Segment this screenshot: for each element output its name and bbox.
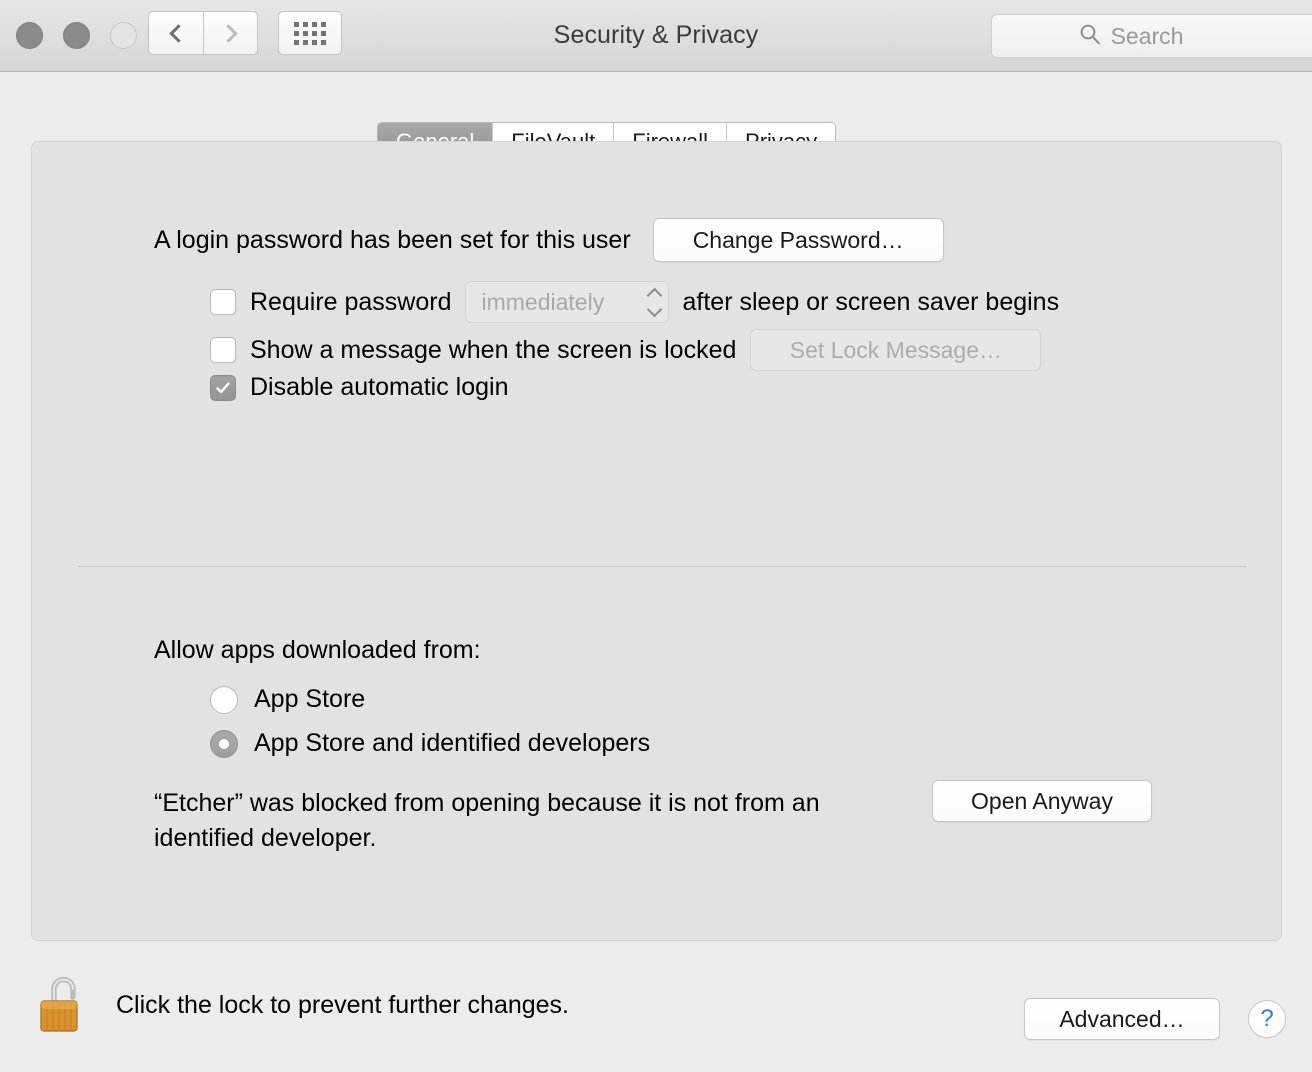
disable-auto-login-row: Disable automatic login [210, 373, 508, 402]
require-password-delay-value: immediately [481, 288, 605, 315]
help-button[interactable]: ? [1248, 1000, 1286, 1038]
unlocked-padlock-icon[interactable] [38, 972, 86, 1039]
checkmark-icon [216, 381, 230, 393]
change-password-button[interactable]: Change Password… [652, 218, 944, 262]
show-lock-message-row: Show a message when the screen is locked… [210, 329, 1042, 371]
login-password-row: A login password has been set for this u… [154, 218, 944, 262]
set-lock-message-button[interactable]: Set Lock Message… [750, 329, 1042, 371]
open-anyway-button[interactable]: Open Anyway [932, 780, 1152, 822]
lock-area: Click the lock to prevent further change… [38, 972, 569, 1039]
window-titlebar: Security & Privacy Search [0, 0, 1312, 72]
radio-app-store[interactable] [210, 685, 238, 714]
radio-identified-developers-label: App Store and identified developers [254, 729, 651, 757]
radio-app-store-label: App Store [254, 685, 366, 713]
blocked-app-notice: “Etcher” was blocked from opening becaus… [154, 789, 820, 852]
search-input[interactable]: Search [1111, 23, 1184, 50]
stepper-arrows-icon [646, 287, 662, 317]
general-settings-panel: A login password has been set for this u… [31, 141, 1282, 941]
search-icon [1079, 23, 1101, 50]
show-lock-message-label: Show a message when the screen is locked [250, 335, 737, 364]
radio-identified-developers[interactable] [210, 729, 238, 758]
search-field[interactable]: Search [991, 14, 1312, 58]
allow-apps-title: Allow apps downloaded from: [154, 636, 481, 664]
require-password-row: Require password immediately after sleep… [210, 281, 1059, 323]
allow-apps-option-app-store[interactable]: App Store [210, 685, 365, 714]
login-password-status: A login password has been set for this u… [154, 225, 631, 254]
section-divider [78, 566, 1246, 567]
disable-auto-login-checkbox[interactable] [210, 374, 236, 401]
require-password-checkbox[interactable] [210, 289, 236, 315]
allow-apps-option-identified-developers[interactable]: App Store and identified developers [210, 729, 650, 758]
show-lock-message-checkbox[interactable] [210, 337, 236, 363]
require-password-label: Require password [250, 287, 452, 316]
radio-selected-dot-icon [219, 738, 229, 749]
lock-hint-text: Click the lock to prevent further change… [116, 991, 570, 1019]
require-password-suffix: after sleep or screen saver begins [682, 287, 1060, 316]
disable-auto-login-label: Disable automatic login [250, 373, 509, 401]
require-password-delay-select[interactable]: immediately [464, 281, 669, 323]
advanced-button[interactable]: Advanced… [1024, 998, 1220, 1040]
